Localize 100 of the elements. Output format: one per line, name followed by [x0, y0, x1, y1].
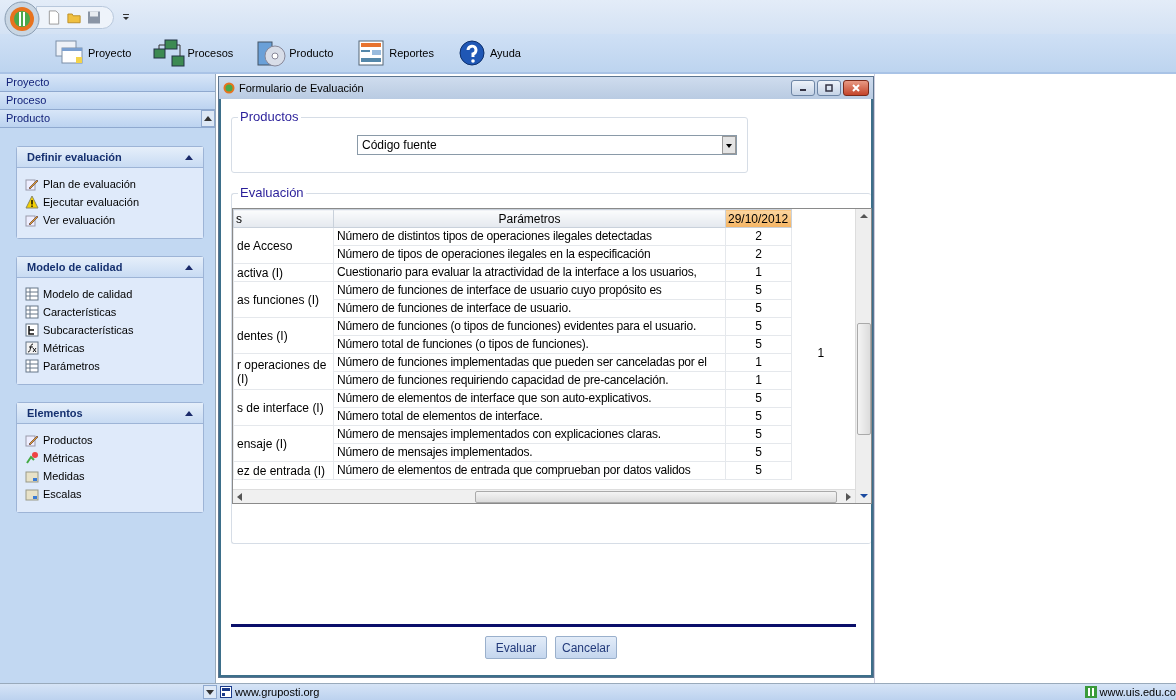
save-icon[interactable] — [87, 9, 101, 25]
maximize-button[interactable] — [817, 80, 841, 96]
sidebar-item[interactable]: Medidas — [25, 468, 195, 484]
app-logo-icon — [223, 82, 235, 94]
dialog-button[interactable]: Cancelar — [555, 636, 617, 659]
table-cell: Número de tipos de operaciones ilegales en la especificación — [333, 245, 726, 264]
sidebar-item[interactable]: Ejecutar evaluación — [25, 194, 195, 210]
section-header[interactable]: Modelo de calidad — [17, 257, 203, 278]
folder-icon — [25, 487, 39, 501]
table-cell: Número de funciones implementadas que pueden ser canceladas por el — [333, 353, 726, 372]
minimize-button[interactable] — [791, 80, 815, 96]
table-cell: Cuestionario para evaluar la atractividad de la interface a los usuarios, — [333, 263, 726, 282]
horizontal-scrollbar[interactable] — [233, 489, 855, 503]
table-cell: 5 — [725, 317, 792, 336]
table-cell: Número de mensajes implementados con explicaciones claras. — [333, 425, 726, 444]
table-cell: Número de funciones de interface de usuario cuyo propósito es — [333, 281, 726, 300]
section-header[interactable]: Elementos — [17, 403, 203, 424]
pins-icon — [25, 451, 39, 465]
sidebar-item[interactable]: Métricas — [25, 340, 195, 356]
sidebar-item[interactable]: Parámetros — [25, 358, 195, 374]
product-dropdown[interactable]: Código fuente — [357, 135, 737, 155]
table-cell: Número de elementos de entrada que comprueban por datos validos — [333, 461, 726, 480]
table-cell: de Acceso — [233, 227, 334, 264]
toolbar-button[interactable]: Reportes — [351, 39, 438, 67]
table-icon — [25, 359, 39, 373]
caret-icon — [185, 264, 193, 270]
table-cell: Número total de funciones (o tipos de funciones). — [333, 335, 726, 354]
vertical-scrollbar[interactable] — [855, 209, 871, 503]
window-title: Formulario de Evaluación — [239, 82, 364, 94]
table-cell: Número de funciones requiriendo capacidad de pre-cancelación. — [333, 371, 726, 390]
scroll-right-icon[interactable] — [845, 492, 851, 501]
table-cell: 5 — [725, 425, 792, 444]
function-icon — [25, 341, 39, 355]
table-cell: s de interface (I) — [233, 389, 334, 426]
table-cell: 5 — [725, 389, 792, 408]
sidebar-item[interactable]: Productos — [25, 432, 195, 448]
table-cell: r operaciones de (I) — [233, 353, 334, 390]
sidebar-item[interactable]: Ver evaluación — [25, 212, 195, 228]
scroll-down-icon[interactable] — [859, 493, 868, 499]
table-cell: dentes (I) — [233, 317, 334, 354]
nav-header[interactable]: Proyecto — [0, 74, 215, 91]
hierarchy-icon — [25, 323, 39, 337]
table-cell: 1 — [725, 353, 792, 372]
sidebar-item[interactable]: Características — [25, 304, 195, 320]
table-cell: ensaje (I) — [233, 425, 334, 462]
sidebar-item[interactable]: Escalas — [25, 486, 195, 502]
table-cell: Número de mensajes implementados. — [333, 443, 726, 462]
pencil-icon — [25, 433, 39, 447]
table-cell: as funciones (I) — [233, 281, 334, 318]
collapse-button[interactable] — [201, 110, 215, 127]
toolbar-button[interactable]: Producto — [251, 39, 338, 67]
column-header[interactable]: s — [233, 209, 334, 228]
table-cell: activa (I) — [233, 263, 334, 282]
table-cell: 2 — [725, 227, 792, 246]
table-cell: 5 — [725, 443, 792, 462]
caret-down-icon — [206, 689, 214, 695]
disc-box-icon — [255, 39, 288, 67]
status-link[interactable]: www.uis.edu.co — [1099, 686, 1176, 698]
table-cell: 5 — [725, 299, 792, 318]
toolbar-button[interactable]: Ayuda — [451, 39, 525, 67]
table-cell: 5 — [725, 407, 792, 426]
process-tree-icon — [153, 39, 186, 67]
table-cell: Número de distintos tipos de operaciones ilegales detectadas — [333, 227, 726, 246]
caret-icon — [185, 410, 193, 416]
pencil-icon — [25, 213, 39, 227]
site-logo-icon — [1084, 686, 1097, 698]
table-cell: Número de funciones de interface de usuario. — [333, 299, 726, 318]
sidebar-item[interactable]: Modelo de calidad — [25, 286, 195, 302]
group-legend: Evaluación — [238, 185, 306, 200]
sidebar-item[interactable]: Plan de evaluación — [25, 176, 195, 192]
folder-icon — [25, 469, 39, 483]
table-icon — [25, 305, 39, 319]
table-cell: ez de entrada (I) — [233, 461, 334, 480]
scroll-up-icon[interactable] — [859, 213, 868, 219]
sidebar-item[interactable]: Subcaracterísticas — [25, 322, 195, 338]
table-cell: 5 — [725, 281, 792, 300]
toolbar-button[interactable]: Procesos — [149, 39, 238, 67]
customize-caret-icon[interactable] — [122, 13, 130, 21]
windows-icon — [54, 39, 86, 67]
table-cell: Número de funciones (o tipos de funciones) evidentes para el usuario. — [333, 317, 726, 336]
status-link[interactable]: www.gruposti.org — [235, 686, 320, 698]
toolbar-button[interactable]: Proyecto — [50, 39, 136, 67]
dialog-button[interactable]: Evaluar — [485, 636, 547, 659]
table-cell: 5 — [725, 461, 792, 480]
group-legend: Productos — [238, 109, 301, 124]
table-cell: 1 — [725, 371, 792, 390]
table-cell: 2 — [725, 245, 792, 264]
dropdown-button[interactable] — [203, 685, 217, 699]
sidebar-item[interactable]: Métricas — [25, 450, 195, 466]
table-icon — [25, 287, 39, 301]
nav-header[interactable]: Proceso — [0, 92, 215, 109]
warning-icon — [25, 195, 39, 209]
section-header[interactable]: Definir evaluación — [17, 147, 203, 168]
scroll-left-icon[interactable] — [237, 492, 243, 501]
close-button[interactable] — [843, 80, 869, 96]
table-cell: 1 — [791, 227, 850, 480]
column-header[interactable]: 29/10/2012 — [725, 209, 792, 228]
maximize-icon — [824, 83, 834, 93]
column-header[interactable]: Parámetros — [333, 209, 726, 228]
caret-up-icon — [204, 116, 212, 121]
